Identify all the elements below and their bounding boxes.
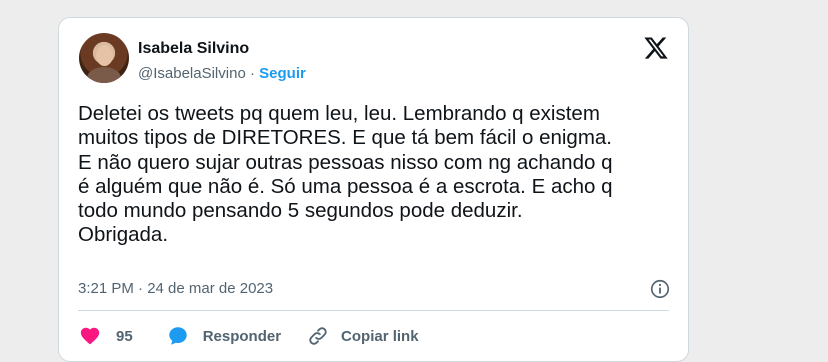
reply-label: Responder: [202, 327, 282, 345]
avatar[interactable]: [79, 33, 129, 83]
reply-button[interactable]: Responder: [167, 325, 307, 347]
avatar-shoulders: [87, 67, 121, 83]
like-button[interactable]: 95: [79, 325, 167, 347]
tweet-actions: 95 Responder Copiar link: [79, 325, 419, 347]
author-handle-row: @IsabelaSilvino · Seguir: [138, 65, 306, 82]
copy-link-label: Copiar link: [341, 327, 419, 345]
tweet-embed-card: Isabela Silvino @IsabelaSilvino · Seguir…: [58, 17, 689, 362]
handle-separator: ·: [245, 65, 260, 82]
like-count: 95: [116, 327, 133, 345]
tweet-text: Deletei os tweets pq quem leu, leu. Lemb…: [78, 102, 613, 247]
follow-button[interactable]: Seguir: [259, 65, 306, 82]
copy-link-button[interactable]: Copiar link: [307, 325, 419, 347]
link-icon: [309, 327, 327, 345]
author-handle[interactable]: @IsabelaSilvino: [138, 65, 246, 82]
tweet-timestamp[interactable]: 3:21 PM · 24 de mar de 2023: [78, 280, 273, 297]
author-name[interactable]: Isabela Silvino: [138, 40, 249, 58]
divider: [78, 310, 669, 311]
avatar-face: [96, 45, 113, 66]
heart-icon: [80, 327, 100, 345]
info-icon[interactable]: [649, 278, 671, 300]
speech-bubble-icon: [168, 327, 187, 345]
x-logo-icon[interactable]: [643, 35, 669, 61]
